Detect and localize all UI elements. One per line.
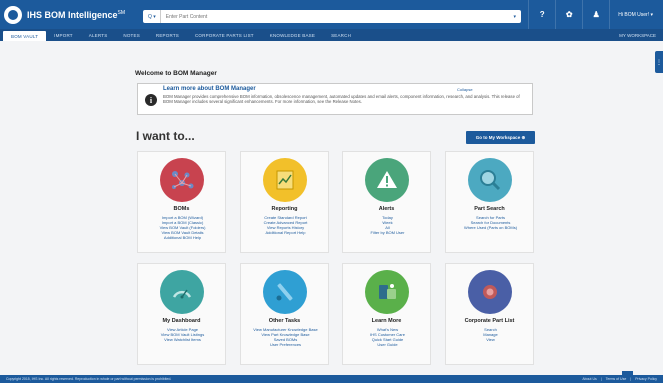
footer-link-terms[interactable]: Terms of Use xyxy=(606,377,627,381)
footer-link-privacy[interactable]: Privacy Policy xyxy=(635,377,657,381)
card-link[interactable]: Additional BOM Help xyxy=(140,235,225,240)
card-links: Create Standard Report Create Advanced R… xyxy=(243,215,328,235)
nav-search[interactable]: SEARCH xyxy=(323,29,359,41)
search-dropdown-icon[interactable]: ▾ xyxy=(513,14,516,20)
card-title: My Dashboard xyxy=(162,318,201,324)
nav-reports[interactable]: REPORTS xyxy=(148,29,187,41)
card-title: Part Search xyxy=(474,206,505,212)
part-search-icon[interactable] xyxy=(468,158,512,202)
card-title: Reporting xyxy=(271,206,298,212)
card-title: Other Tasks xyxy=(268,318,301,324)
app-brand[interactable]: IHS BOM IntelligenceSM xyxy=(27,10,125,20)
main-nav: BOM VAULT IMPORT ALERTS NOTES REPORTS CO… xyxy=(0,29,663,41)
other-tasks-icon[interactable] xyxy=(263,270,307,314)
card-link[interactable]: View xyxy=(448,337,533,342)
search-input[interactable] xyxy=(160,10,514,23)
user-icon[interactable]: ♟ xyxy=(582,0,609,29)
footer-separator: | xyxy=(600,377,602,381)
card-part-search: Part Search Search for Parts Search for … xyxy=(445,151,534,253)
nav-bom-vault[interactable]: BOM VAULT xyxy=(3,31,47,41)
bom-network-icon[interactable] xyxy=(160,158,204,202)
footer-copyright: Copyright 2015, IHS Inc. All rights rese… xyxy=(6,377,172,381)
info-title-link[interactable]: Learn more about BOM Manager xyxy=(163,86,256,92)
info-panel: i Learn more about BOM Manager Collapse … xyxy=(137,83,533,115)
card-title: Alerts xyxy=(378,206,395,212)
section-heading: I want to... xyxy=(136,129,195,143)
card-link[interactable]: Where Used (Parts on BOMs) xyxy=(448,225,533,230)
card-links: What's New IHS Customer Care Quick Start… xyxy=(345,327,430,347)
dashboard-icon[interactable] xyxy=(160,270,204,314)
card-link[interactable]: User Guide xyxy=(345,342,430,347)
collapse-link[interactable]: Collapse xyxy=(457,87,473,92)
card-other-tasks: Other Tasks View Manufacturer Knowledge … xyxy=(240,263,329,365)
alert-warning-icon[interactable] xyxy=(365,158,409,202)
footer-link-about[interactable]: About Us xyxy=(582,377,596,381)
help-icon[interactable]: ? xyxy=(528,0,555,29)
info-text: BOM Manager provides comprehensive BOM i… xyxy=(163,94,520,105)
user-menu[interactable]: Hi BOM User! ▾ xyxy=(609,0,663,29)
card-links: Search Manage View xyxy=(448,327,533,342)
nav-notes[interactable]: NOTES xyxy=(115,29,148,41)
header-icons: ? ✿ ♟ Hi BOM User! ▾ xyxy=(528,0,663,29)
card-boms: BOMs Import a BOM (Wizard) Import a BOM … xyxy=(137,151,226,253)
card-links: Search for Parts Search for Documents Wh… xyxy=(448,215,533,230)
card-link[interactable]: View Watchlist Items xyxy=(140,337,225,342)
page-title: Welcome to BOM Manager xyxy=(135,70,217,77)
card-links: Import a BOM (Wizard) Import a BOM (Clas… xyxy=(140,215,225,240)
card-link[interactable]: Filter by BOM User xyxy=(345,230,430,235)
footer-separator: | xyxy=(630,377,632,381)
app-footer: Copyright 2015, IHS Inc. All rights rese… xyxy=(0,375,663,383)
card-alerts: Alerts Today Week All Filter by BOM User xyxy=(342,151,431,253)
info-icon: i xyxy=(145,94,157,106)
nav-knowledge-base[interactable]: KNOWLEDGE BASE xyxy=(262,29,323,41)
side-panel-toggle[interactable]: ⋮ xyxy=(655,51,663,73)
search-scope-dropdown[interactable]: Q ▾ xyxy=(143,10,161,23)
nav-corporate-parts-list[interactable]: CORPORATE PARTS LIST xyxy=(187,29,262,41)
card-links: Today Week All Filter by BOM User xyxy=(345,215,430,235)
card-title: BOMs xyxy=(173,206,190,212)
card-links: View Manufacturer Knowledge Base View Pa… xyxy=(243,327,328,347)
report-chart-icon[interactable] xyxy=(263,158,307,202)
app-header: IHS BOM IntelligenceSM Q ▾ ▾ ? ✿ ♟ Hi BO… xyxy=(0,0,663,29)
ihs-logo-icon xyxy=(4,5,22,24)
go-to-workspace-button[interactable]: Go to My Workspace ⊕ xyxy=(466,131,535,144)
card-title: Learn More xyxy=(371,318,402,324)
footer-links: About Us | Terms of Use | Privacy Policy xyxy=(582,377,663,381)
learn-more-icon[interactable] xyxy=(365,270,409,314)
card-links: View Article Page View BOM Vault Listing… xyxy=(140,327,225,342)
card-learn-more: Learn More What's New IHS Customer Care … xyxy=(342,263,431,365)
search-bar: Q ▾ ▾ xyxy=(143,10,521,23)
card-title: Corporate Part List xyxy=(464,318,515,324)
settings-icon[interactable]: ✿ xyxy=(555,0,582,29)
corporate-list-icon[interactable] xyxy=(468,270,512,314)
nav-alerts[interactable]: ALERTS xyxy=(81,29,116,41)
card-my-dashboard: My Dashboard View Article Page View BOM … xyxy=(137,263,226,365)
nav-my-workspace[interactable]: MY WORKSPACE xyxy=(619,33,663,38)
card-link[interactable]: User Preferences xyxy=(243,342,328,347)
nav-import[interactable]: IMPORT xyxy=(46,29,81,41)
card-link[interactable]: Additional Report Help xyxy=(243,230,328,235)
card-reporting: Reporting Create Standard Report Create … xyxy=(240,151,329,253)
card-corporate-part-list: Corporate Part List Search Manage View xyxy=(445,263,534,365)
